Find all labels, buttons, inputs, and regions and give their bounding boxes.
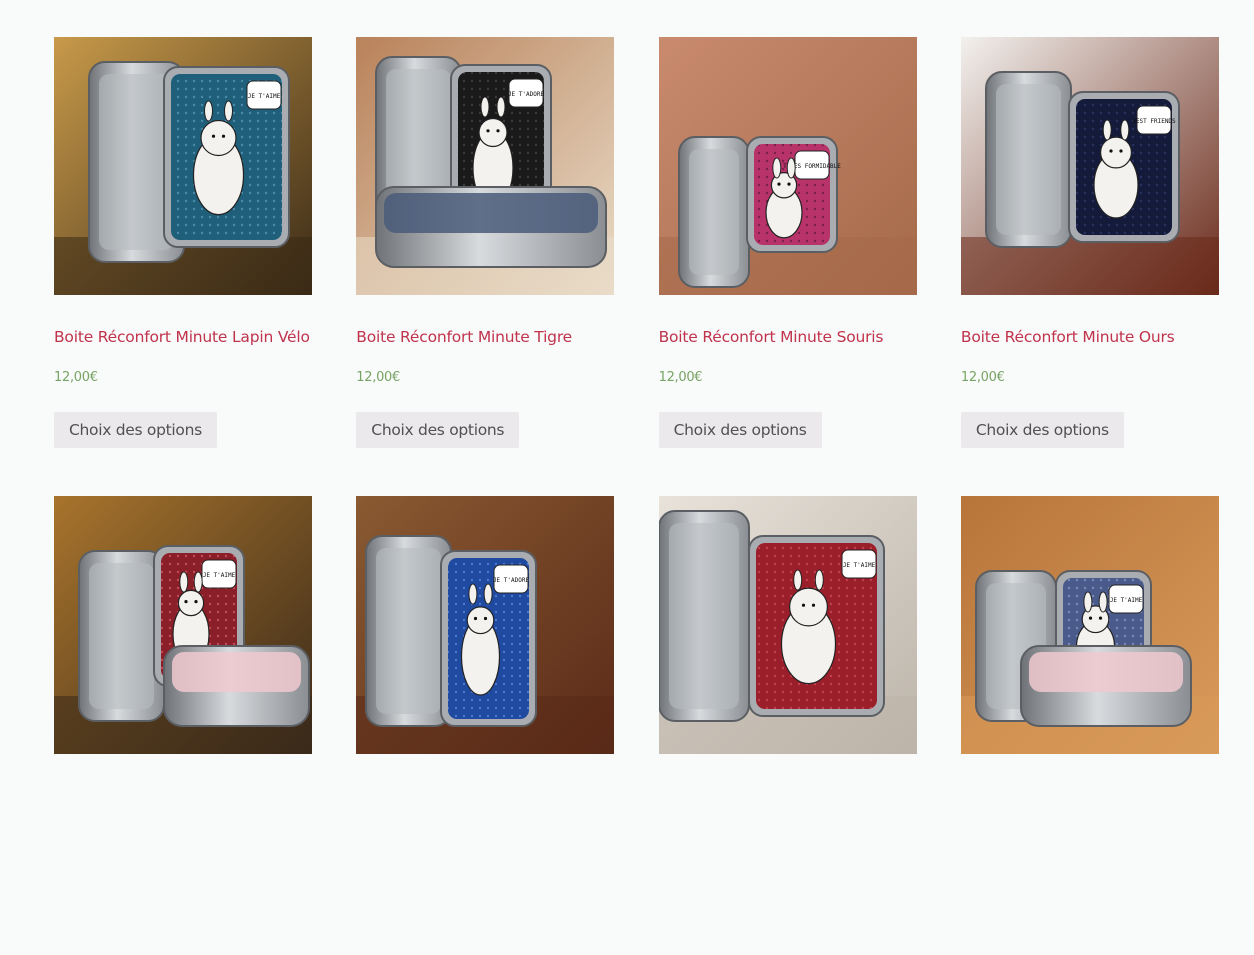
product-image-link[interactable]: JE T'AIME (960, 496, 1219, 754)
product-image-link[interactable]: JE T'AIME (54, 37, 312, 295)
product-image: JE T'AIME (960, 496, 1219, 754)
product-title-link[interactable]: Boite Réconfort Minute Ours (961, 328, 1175, 346)
product-title-link[interactable]: Boite Réconfort Minute Tigre (356, 328, 572, 346)
select-options-button[interactable]: Choix des options (658, 412, 822, 448)
product-card: JE T'AIME (658, 496, 917, 955)
product-card: JE T'AIME (960, 496, 1219, 955)
product-grid: JE T'AIME Boite Réconfort Minute Lapin V… (54, 37, 1219, 955)
product-price: 12,00€ (960, 370, 1005, 385)
svg-text:JE T'AIME: JE T'AIME (248, 93, 281, 100)
product-image-link[interactable]: JE T'ADORE (356, 496, 615, 754)
product-image: BEST FRIENDS (960, 37, 1219, 295)
svg-text:JE T'ADORE: JE T'ADORE (493, 577, 530, 584)
product-image: JE T'ADORE (356, 37, 615, 295)
product-image: TU ES FORMIDABLE (658, 37, 917, 295)
product-image: JE T'AIME (54, 37, 312, 295)
product-card: JE T'AIME (54, 496, 312, 955)
product-card: BEST FRIENDS Boite Réconfort Minute Ours… (960, 37, 1219, 496)
product-card: TU ES FORMIDABLE Boite Réconfort Minute … (658, 37, 917, 496)
svg-text:JE T'ADORE: JE T'ADORE (508, 91, 545, 98)
product-image: JE T'AIME (658, 496, 917, 754)
product-image-link[interactable]: TU ES FORMIDABLE (658, 37, 917, 295)
select-options-button[interactable]: Choix des options (54, 412, 217, 448)
product-title-link[interactable]: Boite Réconfort Minute Souris (659, 328, 884, 346)
product-image-link[interactable]: JE T'ADORE (356, 37, 615, 295)
svg-text:BEST FRIENDS: BEST FRIENDS (1132, 118, 1176, 125)
product-card: JE T'ADORE (356, 496, 615, 955)
product-price: 12,00€ (658, 370, 703, 385)
svg-text:JE T'AIME: JE T'AIME (203, 572, 236, 579)
product-price: 12,00€ (54, 370, 98, 385)
product-image-link[interactable]: BEST FRIENDS (960, 37, 1219, 295)
svg-text:JE T'AIME: JE T'AIME (842, 562, 875, 569)
select-options-button[interactable]: Choix des options (356, 412, 520, 448)
svg-text:JE T'AIME: JE T'AIME (1110, 597, 1143, 604)
select-options-button[interactable]: Choix des options (960, 412, 1124, 448)
product-image-link[interactable]: JE T'AIME (658, 496, 917, 754)
product-image: JE T'AIME (54, 496, 312, 754)
product-card: JE T'ADORE Boite Réconfort Minute Tigre … (356, 37, 615, 496)
product-image-link[interactable]: JE T'AIME (54, 496, 312, 754)
product-price: 12,00€ (356, 370, 400, 385)
product-title-link[interactable]: Boite Réconfort Minute Lapin Vélo (54, 328, 310, 346)
product-image: JE T'ADORE (356, 496, 615, 754)
product-card: JE T'AIME Boite Réconfort Minute Lapin V… (54, 37, 312, 496)
